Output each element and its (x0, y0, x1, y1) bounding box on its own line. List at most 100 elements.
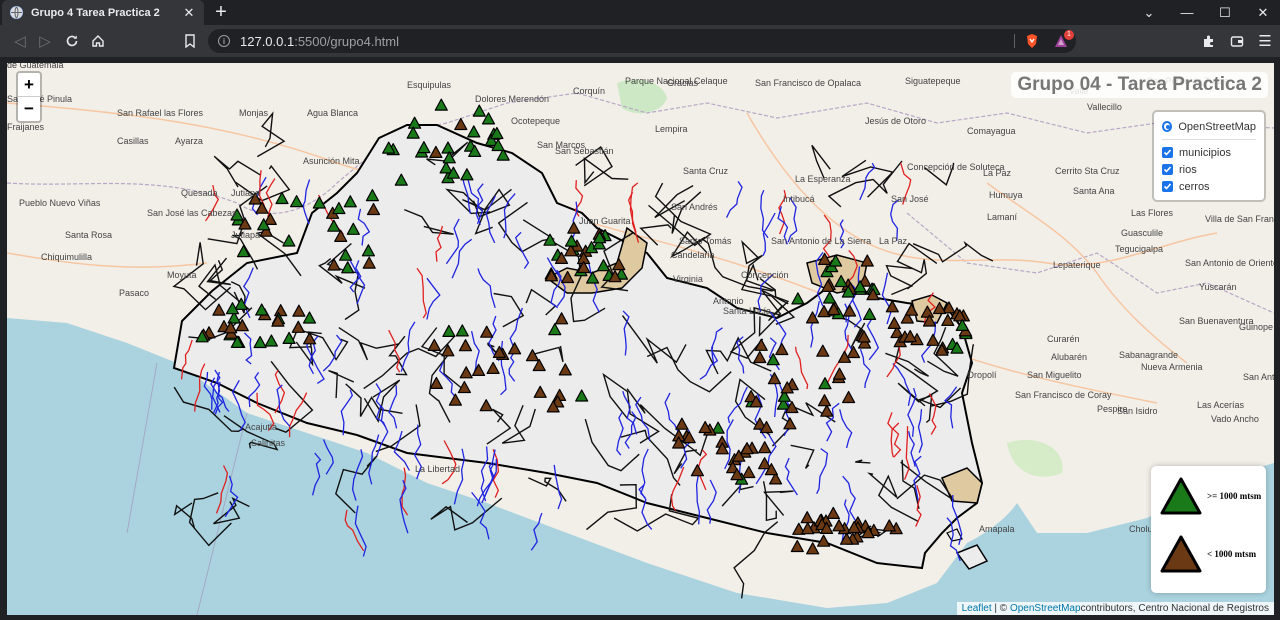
address-bar[interactable]: i 127.0.0.1:5500/grupo4.html 1 (208, 29, 1076, 53)
tab-search-icon[interactable]: ⌄ (1130, 0, 1168, 25)
brave-shield-icon[interactable] (1025, 33, 1039, 49)
place-label: Curarén (1047, 334, 1080, 344)
zoom-in-button[interactable]: + (18, 73, 40, 97)
place-label: Tegucigalpa (1115, 244, 1163, 254)
menu-icon[interactable]: ☰ (1255, 31, 1275, 51)
river-line (354, 505, 367, 557)
base-layer-osm[interactable]: OpenStreetMap (1162, 118, 1256, 135)
place-label: Humuya (989, 190, 1023, 200)
leaflet-link[interactable]: Leaflet (962, 603, 992, 614)
place-label: Amapala (979, 524, 1015, 534)
river-line (215, 465, 229, 514)
place-label: Agua Blanca (307, 108, 358, 118)
wallet-icon[interactable] (1227, 31, 1247, 51)
omnibox-divider (1014, 34, 1015, 48)
place-label: San Francisco de Coray (1015, 390, 1112, 400)
overlay-rios[interactable]: rios (1162, 161, 1256, 178)
place-label: Lepaterique (1053, 260, 1101, 270)
browser-tab[interactable]: Grupo 4 Tarea Practica 2 ✕ (2, 0, 204, 25)
attribution-separator: | © (991, 603, 1010, 614)
place-label: Virginia (673, 274, 703, 284)
place-label: Fraijanes (7, 122, 45, 132)
place-label: Alubarén (1051, 352, 1087, 362)
new-tab-button[interactable]: + (210, 1, 232, 23)
place-label: Santo Tomás (679, 236, 732, 246)
map-title: Grupo 04 - Tarea Practica 2 (1011, 72, 1268, 98)
place-label: Nueva Armenia (1141, 362, 1203, 372)
home-icon[interactable] (88, 31, 108, 51)
river-line (344, 509, 365, 552)
extensions-icon[interactable] (1199, 31, 1219, 51)
close-tab-icon[interactable]: ✕ (182, 5, 196, 21)
place-label: Villa de San Francisco (1205, 214, 1274, 224)
radio-selected-icon[interactable] (1162, 121, 1173, 132)
reload-icon[interactable] (62, 31, 82, 51)
bookmark-icon[interactable] (180, 31, 200, 51)
browser-toolbar: ◁ ▷ i 127.0.0.1:5500/grupo4.html 1 ☰ (0, 25, 1280, 57)
forward-icon[interactable]: ▷ (35, 31, 55, 51)
overlay-municipios[interactable]: municipios (1162, 144, 1256, 161)
place-label: Jutiapa (231, 230, 260, 240)
place-label: Lamaní (987, 212, 1018, 222)
river-line (351, 449, 364, 501)
place-label: San Rafael las Flores (117, 108, 204, 118)
place-label: Jutiapa (231, 188, 260, 198)
place-label: San Miguelito (1027, 370, 1082, 380)
place-label: Lempira (655, 124, 688, 134)
river-line (322, 439, 334, 475)
place-label: Moyuta (167, 270, 197, 280)
place-label: La Esperanza (795, 174, 851, 184)
legend-item-low: < 1000 mtsm (1159, 534, 1256, 574)
place-label: San José las Cabezas (147, 208, 237, 218)
place-label: Santa Ana (1073, 186, 1115, 196)
overlay-label: cerros (1179, 180, 1210, 193)
checkbox-checked-icon[interactable] (1162, 164, 1173, 175)
river-line (311, 452, 322, 496)
map-attribution: Leaflet | © OpenStreetMapcontributors, C… (956, 602, 1274, 615)
overlay-label: municipios (1179, 146, 1231, 159)
place-label: La Paz (983, 168, 1012, 178)
place-label: San Antonio de Oriente (1185, 258, 1274, 268)
place-label: Salinitas (251, 438, 286, 448)
map-container[interactable]: de Guatemala Esquipulas Gracias San Francis… (7, 63, 1274, 615)
osm-link[interactable]: OpenStreetMap (1010, 603, 1081, 614)
base-layer-label: OpenStreetMap (1178, 120, 1256, 133)
close-window-button[interactable]: ✕ (1244, 0, 1280, 25)
place-label: San José (891, 194, 929, 204)
checkbox-checked-icon[interactable] (1162, 147, 1173, 158)
place-label: Pasaco (119, 288, 149, 298)
place-label: Concepción (741, 270, 789, 280)
maximize-button[interactable]: ☐ (1206, 0, 1244, 25)
map-legend: >= 1000 mtsm < 1000 mtsm (1151, 466, 1266, 593)
place-label: San Isidro (1117, 406, 1158, 416)
url-path: :5500/grupo4.html (294, 33, 400, 49)
back-icon[interactable]: ◁ (10, 31, 30, 51)
place-label: San Andrés (671, 202, 718, 212)
place-label: Pueblo Nuevo Viñas (19, 198, 101, 208)
overlay-cerros[interactable]: cerros (1162, 178, 1256, 195)
legend-item-high: >= 1000 mtsm (1159, 476, 1261, 516)
place-label: Güinope (1239, 322, 1273, 332)
place-label: La Libertad (415, 464, 460, 474)
place-label: Guasculile (1121, 228, 1163, 238)
place-label: Parque Nacional Celaque (625, 76, 728, 86)
place-label: Jesús de Otoro (865, 116, 926, 126)
place-label: Asunción Mita (303, 156, 360, 166)
minimize-button[interactable]: — (1168, 0, 1206, 25)
rewards-badge: 1 (1064, 30, 1074, 40)
place-label: La Paz (879, 236, 908, 246)
place-label: Santa Lucía (723, 306, 771, 316)
place-label: Esquipulas (407, 80, 452, 90)
zoom-control: + − (16, 71, 42, 123)
zoom-out-button[interactable]: − (18, 97, 40, 121)
place-label: Oropolí (967, 370, 997, 380)
green-triangle-icon (1160, 477, 1202, 515)
place-label: Cerrito Sta Cruz (1055, 166, 1120, 176)
place-label: Intibucá (783, 194, 815, 204)
place-label: de Guatemala (7, 63, 64, 70)
place-label: Juan Guarita (579, 216, 631, 226)
info-icon[interactable]: i (218, 35, 230, 47)
place-label: Antonio (713, 296, 744, 306)
checkbox-checked-icon[interactable] (1162, 181, 1173, 192)
tab-title: Grupo 4 Tarea Practica 2 (31, 6, 160, 19)
